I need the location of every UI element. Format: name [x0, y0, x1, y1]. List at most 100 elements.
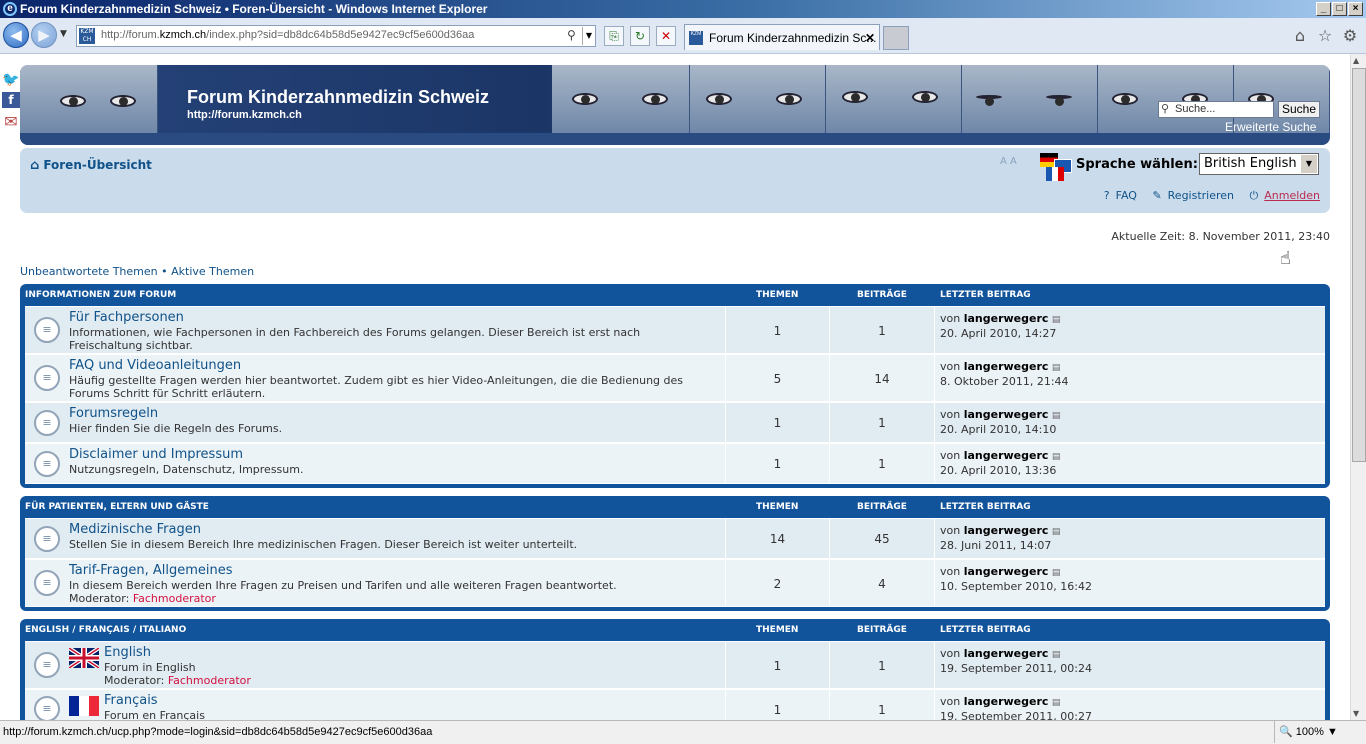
forum-title-link[interactable]: Medizinische Fragen — [69, 522, 201, 537]
active-topics-link[interactable]: Aktive Themen — [171, 265, 254, 278]
category-title[interactable]: FÜR PATIENTEN, ELTERN UND GÄSTE — [25, 496, 209, 518]
zoom-control[interactable]: 🔍 100% ▼ — [1274, 721, 1366, 743]
email-share-icon[interactable]: ✉ — [2, 114, 20, 130]
power-icon: ⏻ — [1249, 189, 1259, 202]
forum-title-link[interactable]: Tarif-Fragen, Allgemeines — [69, 563, 233, 578]
forum-title-link[interactable]: Disclaimer und Impressum — [69, 447, 243, 462]
breadcrumb-home[interactable]: ⌂ Foren-Übersicht — [30, 158, 152, 173]
status-bar: http://forum.kzmch.ch/ucp.php?mode=login… — [0, 720, 1366, 744]
advanced-search-link[interactable]: Erweiterte Suche — [1225, 120, 1316, 134]
last-post-date: 20. April 2010, 14:10 — [940, 423, 1057, 436]
view-latest-post-icon[interactable]: ▤ — [1052, 650, 1061, 660]
last-post-author-link[interactable]: langerwegerc — [964, 524, 1049, 537]
last-post-info: von langerwegerc ▤ 8. Oktober 2011, 21:44 — [940, 360, 1069, 388]
last-post-author-link[interactable]: langerwegerc — [964, 408, 1049, 421]
topics-column-header: THEMEN — [756, 290, 799, 300]
search-input[interactable]: ⚲ Suche... — [1158, 101, 1274, 118]
view-latest-post-icon[interactable]: ▤ — [1052, 363, 1061, 373]
window-title: Forum Kinderzahnmedizin Schweiz • Foren-… — [20, 2, 488, 16]
unanswered-topics-link[interactable]: Unbeantwortete Themen — [20, 265, 158, 278]
last-post-author-link[interactable]: langerwegerc — [964, 647, 1049, 660]
forum-moderator: Moderator: Fachmoderator — [104, 674, 251, 687]
address-bar[interactable]: KZM CH http://forum.kzmch.ch/index.php?s… — [76, 25, 596, 47]
forum-title-link[interactable]: Français — [104, 693, 158, 708]
favorites-star-icon[interactable]: ☆ — [1316, 26, 1334, 46]
forum-category: ENGLISH / FRANÇAIS / ITALIANO THEMEN BEITR… — [20, 619, 1330, 720]
last-post-author-link[interactable]: langerwegerc — [964, 312, 1049, 325]
new-tab-button[interactable] — [883, 26, 909, 50]
site-url: http://forum.kzmch.ch — [187, 109, 302, 121]
moderator-link[interactable]: Fachmoderator — [168, 674, 251, 687]
banner-face-image — [690, 65, 826, 133]
last-post-date: 10. September 2010, 16:42 — [940, 580, 1092, 593]
tab-close-icon[interactable]: ✕ — [865, 25, 875, 51]
posts-column-header: BEITRÄGE — [857, 290, 907, 300]
compatibility-view-button[interactable]: ⎘ — [604, 26, 624, 46]
view-latest-post-icon[interactable]: ▤ — [1052, 527, 1061, 537]
post-count: 1 — [830, 690, 935, 720]
font-size-changer[interactable]: A A — [1000, 156, 1017, 167]
maximize-button[interactable]: □ — [1332, 2, 1347, 16]
topic-count: 1 — [725, 444, 830, 483]
minimize-button[interactable]: _ — [1316, 2, 1331, 16]
post-count: 1 — [830, 403, 935, 442]
register-link[interactable]: ✎ Registrieren — [1146, 189, 1234, 202]
language-select[interactable]: British English ▼ — [1199, 153, 1319, 175]
last-post-info: von langerwegerc ▤ 28. Juni 2011, 14:07 — [940, 524, 1061, 552]
last-post-author-link[interactable]: langerwegerc — [964, 360, 1049, 373]
forum-title-link[interactable]: FAQ und Videoanleitungen — [69, 358, 241, 373]
address-dropdown-icon[interactable]: ▼ — [582, 27, 595, 45]
last-post-date: 20. April 2010, 13:36 — [940, 464, 1057, 477]
close-window-button[interactable]: × — [1348, 2, 1363, 16]
vertical-scrollbar[interactable]: ▲ ▼ — [1350, 54, 1366, 720]
last-post-info: von langerwegerc ▤ 19. September 2011, 00… — [940, 647, 1092, 675]
moderator-link[interactable]: Fachmoderator — [133, 592, 216, 605]
posts-column-header: BEITRÄGE — [857, 625, 907, 635]
faq-icon: ? — [1103, 189, 1110, 202]
tools-gear-icon[interactable]: ⚙ — [1341, 26, 1359, 46]
last-post-info: von langerwegerc ▤ 20. April 2010, 13:36 — [940, 449, 1061, 477]
ie-logo-icon: e — [3, 2, 17, 16]
last-post-author-link[interactable]: langerwegerc — [964, 695, 1049, 708]
forum-read-icon: ≡ — [34, 570, 60, 596]
tab-forum[interactable]: KZM Forum Kinderzahnmedizin Sc... ✕ — [684, 24, 880, 50]
post-count: 4 — [830, 560, 935, 606]
forum-title-link[interactable]: Forumsregeln — [69, 406, 158, 421]
faq-link[interactable]: ? FAQ — [1098, 189, 1137, 202]
quick-links: Unbeantwortete Themen • Aktive Themen — [20, 265, 255, 278]
last-post-author-link[interactable]: langerwegerc — [964, 565, 1049, 578]
view-latest-post-icon[interactable]: ▤ — [1052, 411, 1061, 421]
twitter-icon[interactable]: 🐦 — [2, 72, 20, 88]
search-button[interactable]: Suche — [1278, 101, 1320, 118]
stop-button[interactable]: ✕ — [656, 26, 676, 46]
view-latest-post-icon[interactable]: ▤ — [1052, 452, 1061, 462]
site-title[interactable]: Forum Kinderzahnmedizin Schweiz — [187, 87, 489, 108]
home-icon[interactable]: ⌂ — [1291, 26, 1309, 46]
view-latest-post-icon[interactable]: ▤ — [1052, 568, 1061, 578]
address-search-icon[interactable]: ⚲ — [567, 28, 576, 42]
history-dropdown-icon[interactable]: ▼ — [60, 29, 67, 39]
forum-read-icon: ≡ — [34, 450, 60, 477]
refresh-button[interactable]: ↻ — [630, 26, 650, 46]
last-post-info: von langerwegerc ▤ 10. September 2010, 16… — [940, 565, 1092, 593]
view-latest-post-icon[interactable]: ▤ — [1052, 315, 1061, 325]
category-title[interactable]: ENGLISH / FRANÇAIS / ITALIANO — [25, 619, 186, 641]
facebook-icon[interactable]: f — [2, 92, 20, 108]
forum-row: ≡ Für Fachpersonen Informationen, wie Fach… — [25, 306, 1325, 354]
forum-description: Hier finden Sie die Regeln des Forums. — [69, 422, 283, 435]
forum-title-link[interactable]: Für Fachpersonen — [69, 310, 184, 325]
login-link[interactable]: ⏻ Anmelden — [1244, 189, 1320, 202]
view-latest-post-icon[interactable]: ▤ — [1052, 698, 1061, 708]
category-title[interactable]: INFORMATIONEN ZUM FORUM — [25, 284, 176, 306]
last-post-author-link[interactable]: langerwegerc — [964, 449, 1049, 462]
nav-panel: ⌂ Foren-Übersicht A A Sprache wählen: Bri… — [20, 148, 1330, 213]
forum-title-link[interactable]: English — [104, 645, 151, 660]
back-button[interactable]: ◀ — [3, 22, 29, 48]
forward-button[interactable]: ▶ — [31, 22, 57, 48]
category-header: INFORMATIONEN ZUM FORUM THEMEN BEITRÄGE LET… — [25, 284, 1325, 306]
current-time: Aktuelle Zeit: 8. November 2011, 23:40 — [1111, 230, 1330, 243]
last-post-column-header: LETZTER BEITRAG — [940, 625, 1031, 635]
post-count: 1 — [830, 307, 935, 353]
last-post-date: 8. Oktober 2011, 21:44 — [940, 375, 1069, 388]
scrollbar-thumb[interactable] — [1352, 68, 1366, 462]
